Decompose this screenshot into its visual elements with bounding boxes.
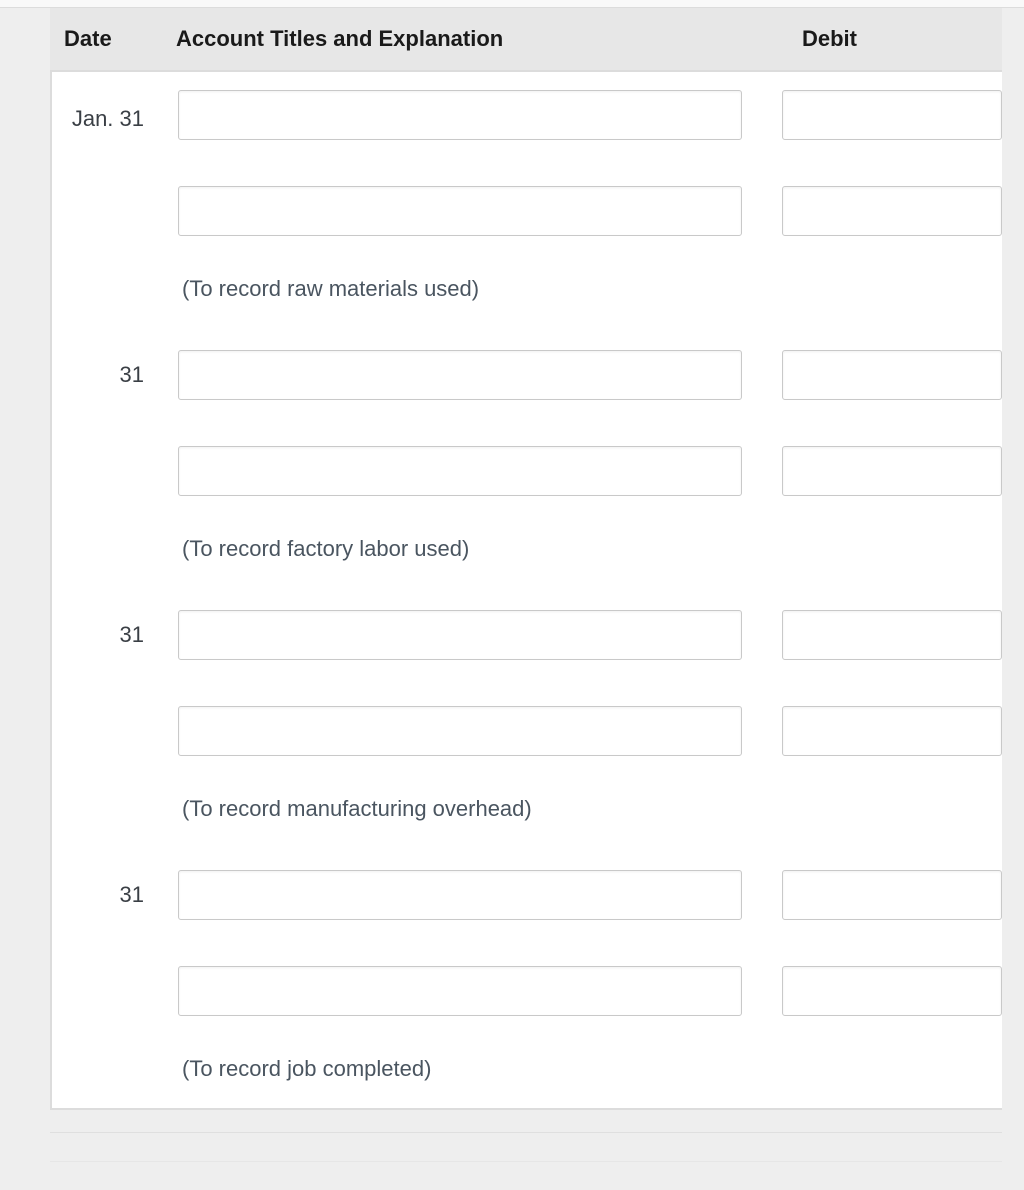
table-row: (To record job completed) (50, 1024, 1002, 1110)
account-input[interactable] (178, 966, 742, 1016)
debit-input[interactable] (782, 90, 1002, 140)
table-row (50, 438, 1002, 504)
header-row: Date Account Titles and Explanation Debi… (50, 8, 1002, 72)
table-row: (To record factory labor used) (50, 504, 1002, 602)
date-cell: Jan. 31 (50, 72, 162, 148)
spacer-row (50, 928, 1002, 958)
explanation-text: (To record manufacturing overhead) (178, 772, 742, 854)
date-cell: 31 (50, 342, 162, 408)
header-account: Account Titles and Explanation (162, 8, 742, 72)
explanation-text: (To record factory labor used) (178, 512, 742, 594)
date-cell: 31 (50, 602, 162, 668)
explanation-text: (To record raw materials used) (178, 252, 742, 334)
header-date: Date (50, 8, 162, 72)
header-debit: Debit (742, 8, 1002, 72)
debit-input[interactable] (782, 706, 1002, 756)
content-wrap: Date Account Titles and Explanation Debi… (0, 8, 1024, 1190)
journal-table: Date Account Titles and Explanation Debi… (50, 8, 1002, 1110)
account-input[interactable] (178, 446, 742, 496)
table-row (50, 178, 1002, 244)
debit-input[interactable] (782, 966, 1002, 1016)
account-input[interactable] (178, 186, 742, 236)
table-row: 31 (50, 602, 1002, 668)
table-row (50, 698, 1002, 764)
account-input[interactable] (178, 870, 742, 920)
table-row: Jan. 31 (50, 72, 1002, 148)
explanation-text: (To record job completed) (178, 1032, 742, 1090)
debit-input[interactable] (782, 610, 1002, 660)
spacer-row (50, 148, 1002, 178)
table-row: (To record manufacturing overhead) (50, 764, 1002, 862)
spacer-row (50, 408, 1002, 438)
account-input[interactable] (178, 90, 742, 140)
spacer-row (50, 668, 1002, 698)
table-row: (To record raw materials used) (50, 244, 1002, 342)
debit-input[interactable] (782, 870, 1002, 920)
account-input[interactable] (178, 706, 742, 756)
account-input[interactable] (178, 610, 742, 660)
account-input[interactable] (178, 350, 742, 400)
debit-input[interactable] (782, 186, 1002, 236)
debit-input[interactable] (782, 350, 1002, 400)
debit-input[interactable] (782, 446, 1002, 496)
top-bar (0, 0, 1024, 8)
section-divider (50, 1132, 1002, 1162)
table-row (50, 958, 1002, 1024)
table-row: 31 (50, 862, 1002, 928)
date-cell: 31 (50, 862, 162, 928)
table-row: 31 (50, 342, 1002, 408)
page-background: Date Account Titles and Explanation Debi… (0, 0, 1024, 1190)
